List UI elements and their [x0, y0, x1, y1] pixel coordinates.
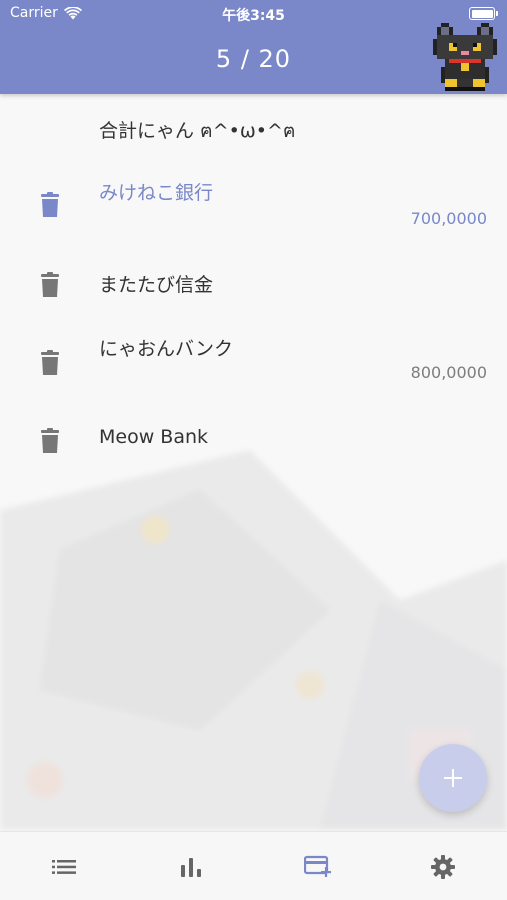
add-card-icon [304, 855, 331, 877]
gear-icon [431, 855, 455, 879]
bar-chart-icon [181, 858, 201, 877]
add-icon [444, 769, 462, 787]
status-bar: Carrier 午後3:45 [0, 0, 507, 30]
trash-icon[interactable] [38, 428, 62, 454]
list-item[interactable]: みけねこ銀行 700,0000 [0, 164, 507, 242]
app-header: Carrier 午後3:45 5 / 20 [0, 0, 507, 94]
list-item[interactable]: Meow Bank [0, 398, 507, 476]
nav-chart[interactable] [176, 852, 206, 882]
battery-icon [469, 7, 498, 20]
account-amount: 800,0000 [410, 363, 487, 382]
account-name: みけねこ銀行 [99, 182, 214, 204]
add-account-button[interactable] [419, 744, 487, 812]
nav-add-card[interactable] [303, 852, 333, 882]
total-row: 合計にゃん ฅ^•ω•^ฅ [0, 94, 507, 164]
trash-icon[interactable] [38, 350, 62, 376]
trash-icon[interactable] [38, 192, 62, 218]
list-item[interactable]: またたび信金 [0, 242, 507, 320]
page-counter: 5 / 20 [215, 45, 292, 73]
account-name: またたび信金 [99, 274, 214, 296]
black-cat-pixel-icon[interactable] [433, 22, 497, 92]
account-list: 合計にゃん ฅ^•ω•^ฅ みけねこ銀行 700,0000 またたび信金 にゃお… [0, 94, 507, 476]
trash-icon[interactable] [38, 272, 62, 298]
bottom-nav [0, 831, 507, 900]
nav-list[interactable] [49, 852, 79, 882]
total-label: 合計にゃん ฅ^•ω•^ฅ [99, 120, 296, 142]
list-icon [52, 860, 76, 874]
account-amount: 700,0000 [410, 209, 487, 228]
nav-settings[interactable] [428, 852, 458, 882]
account-name: にゃおんバンク [99, 338, 233, 360]
status-time: 午後3:45 [222, 8, 285, 24]
list-item[interactable]: にゃおんバンク 800,0000 [0, 320, 507, 398]
account-name: Meow Bank [99, 426, 209, 448]
